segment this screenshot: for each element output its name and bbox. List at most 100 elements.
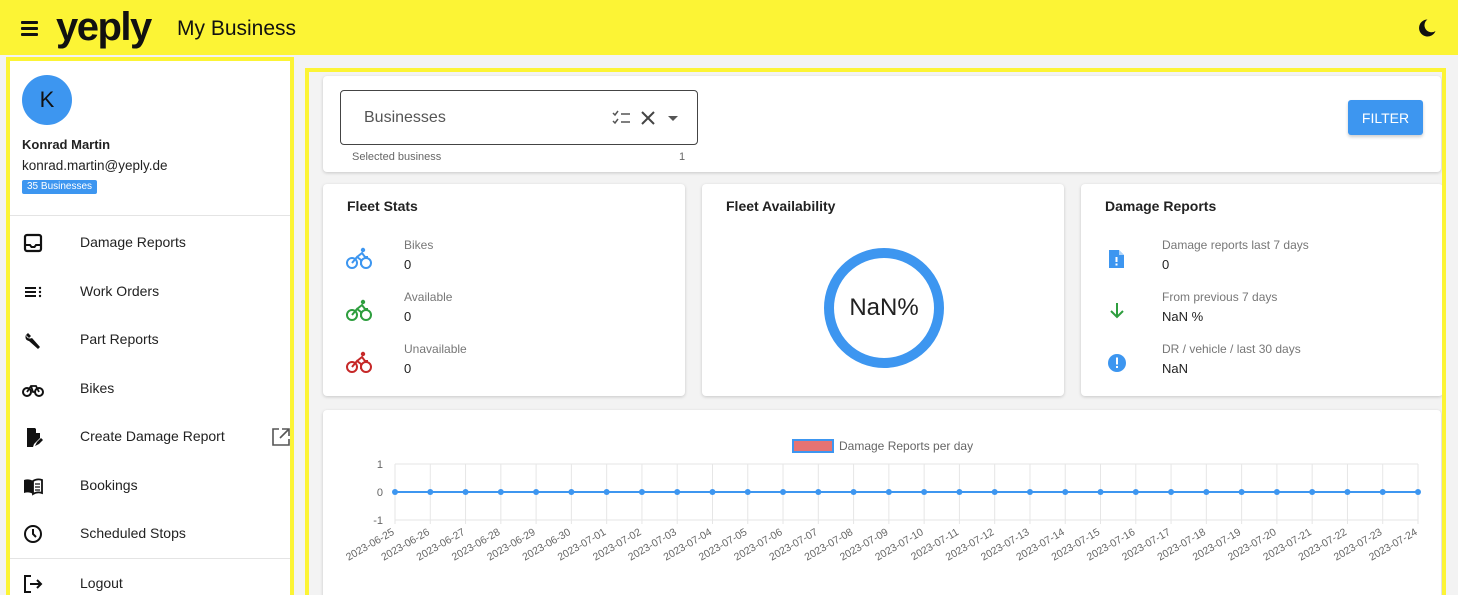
stat-label: Unavailable [404,342,467,356]
sidebar-item-label: Scheduled Stops [80,525,186,541]
data-point [427,489,434,495]
sidebar-item-bookings[interactable]: Bookings [10,464,290,508]
stat-row-dr-per-vehicle: DR / vehicle / last 30 days NaN [1081,342,1442,386]
fleet-stats-title: Fleet Stats [347,198,418,214]
business-filter-card: Businesses Selected business 1 FILTER [323,76,1441,172]
stat-label: DR / vehicle / last 30 days [1162,342,1301,356]
sidebar-divider [10,558,290,559]
availability-donut: NaN% [822,246,946,370]
data-point [1273,489,1280,495]
businesses-badge: 35 Businesses [22,180,98,194]
data-point [533,489,540,495]
clock-icon [22,523,44,545]
data-point [568,489,575,495]
stat-label: From previous 7 days [1162,290,1278,304]
logout-icon [22,573,44,595]
file-edit-icon [22,426,44,448]
wrench-icon [22,329,44,351]
availability-value: NaN% [849,294,919,321]
yeply-logo[interactable]: yeply [56,4,152,50]
sidebar-item-part-reports[interactable]: Part Reports [10,318,290,362]
data-point [1097,489,1104,495]
stat-value: NaN [1162,361,1189,376]
fleet-stats-card: Fleet Stats Bikes 0 Available 0 Unavaila… [323,184,685,396]
sidebar-item-label: Damage Reports [80,234,186,250]
bike-rider-available-icon [345,298,373,324]
data-point [1168,489,1175,495]
arrow-down-icon [1103,298,1131,324]
select-actions [611,107,691,129]
data-point [991,489,998,495]
stat-row-unavailable: Unavailable 0 [323,342,685,386]
avatar[interactable]: K [22,75,72,125]
data-point [815,489,822,495]
y-tick-label: -1 [373,515,383,527]
inbox-icon [22,232,44,254]
sidebar-item-scheduled-stops[interactable]: Scheduled Stops [10,512,290,556]
filter-button[interactable]: FILTER [1348,100,1423,135]
legend-swatch [792,439,834,453]
logout-button[interactable]: Logout [10,562,290,595]
stat-value: NaN % [1162,309,1204,324]
chevron-down-icon [668,116,678,121]
data-point [885,489,892,495]
select-count: 1 [679,151,686,163]
sidebar-item-create-damage-report[interactable]: Create Damage Report [10,415,290,459]
data-point [780,489,787,495]
logout-label: Logout [80,575,123,591]
menu-icon[interactable] [18,17,42,39]
data-point [956,489,963,495]
stat-value: 0 [404,257,412,272]
y-tick-label: 1 [377,459,383,471]
stat-label: Available [404,290,453,304]
open-in-new-icon[interactable] [270,426,290,448]
stat-row-available: Available 0 [323,290,685,334]
y-tick-label: 0 [377,487,383,499]
list-icon [22,281,44,303]
stat-row-bikes: Bikes 0 [323,238,685,282]
sidebar-item-label: Work Orders [80,283,160,299]
stat-value: 0 [404,361,412,376]
sidebar-item-label: Bikes [80,380,115,396]
user-email: konrad.martin@yeply.de [22,158,168,173]
data-point [638,489,645,495]
stat-row-damage-last-7-days: Damage reports last 7 days 0 [1081,238,1442,282]
stat-row-from-previous-7-days: From previous 7 days NaN % [1081,290,1442,334]
sidebar-item-label: Create Damage Report [80,428,225,444]
data-point [709,489,716,495]
data-point [392,489,398,495]
main-content: Businesses Selected business 1 FILTER Fl… [305,68,1446,595]
data-point [497,489,504,495]
sidebar-item-bikes[interactable]: Bikes [10,367,290,411]
sidebar-item-label: Bookings [80,477,138,493]
legend-label: Damage Reports per day [839,439,973,453]
sidebar-item-work-orders[interactable]: Work Orders [10,270,290,314]
data-point [603,489,610,495]
data-point [462,489,469,495]
bike-icon [22,378,44,400]
data-point [1203,489,1210,495]
top-app-bar: yeply My Business [0,0,1458,55]
data-point [1062,489,1069,495]
business-select[interactable]: Businesses [340,90,698,145]
bike-rider-unavailable-icon [345,350,373,376]
fleet-availability-title: Fleet Availability [726,198,836,214]
damage-reports-chart-card: Damage Reports per day 1 0 -1 2023-06-25 2023… [323,410,1441,595]
select-all-icon [612,110,630,125]
fleet-availability-card: Fleet Availability NaN% [702,184,1064,396]
sidebar: K Konrad Martin konrad.martin@yeply.de 3… [6,57,294,595]
stat-value: 0 [1162,257,1170,272]
business-select-placeholder: Businesses [364,109,446,126]
select-hint: Selected business [352,151,442,163]
page-title: My Business [177,17,297,40]
sidebar-item-damage-reports[interactable]: Damage Reports [10,221,290,265]
data-point [674,489,681,495]
sidebar-item-label: Part Reports [80,331,159,347]
stat-value: 0 [404,309,412,324]
damage-reports-title: Damage Reports [1105,198,1217,214]
data-point [1379,489,1386,495]
book-icon [22,475,44,497]
dark-mode-icon[interactable] [1415,16,1439,40]
damage-reports-card: Damage Reports Damage reports last 7 day… [1081,184,1442,396]
alert-icon [1103,350,1131,376]
